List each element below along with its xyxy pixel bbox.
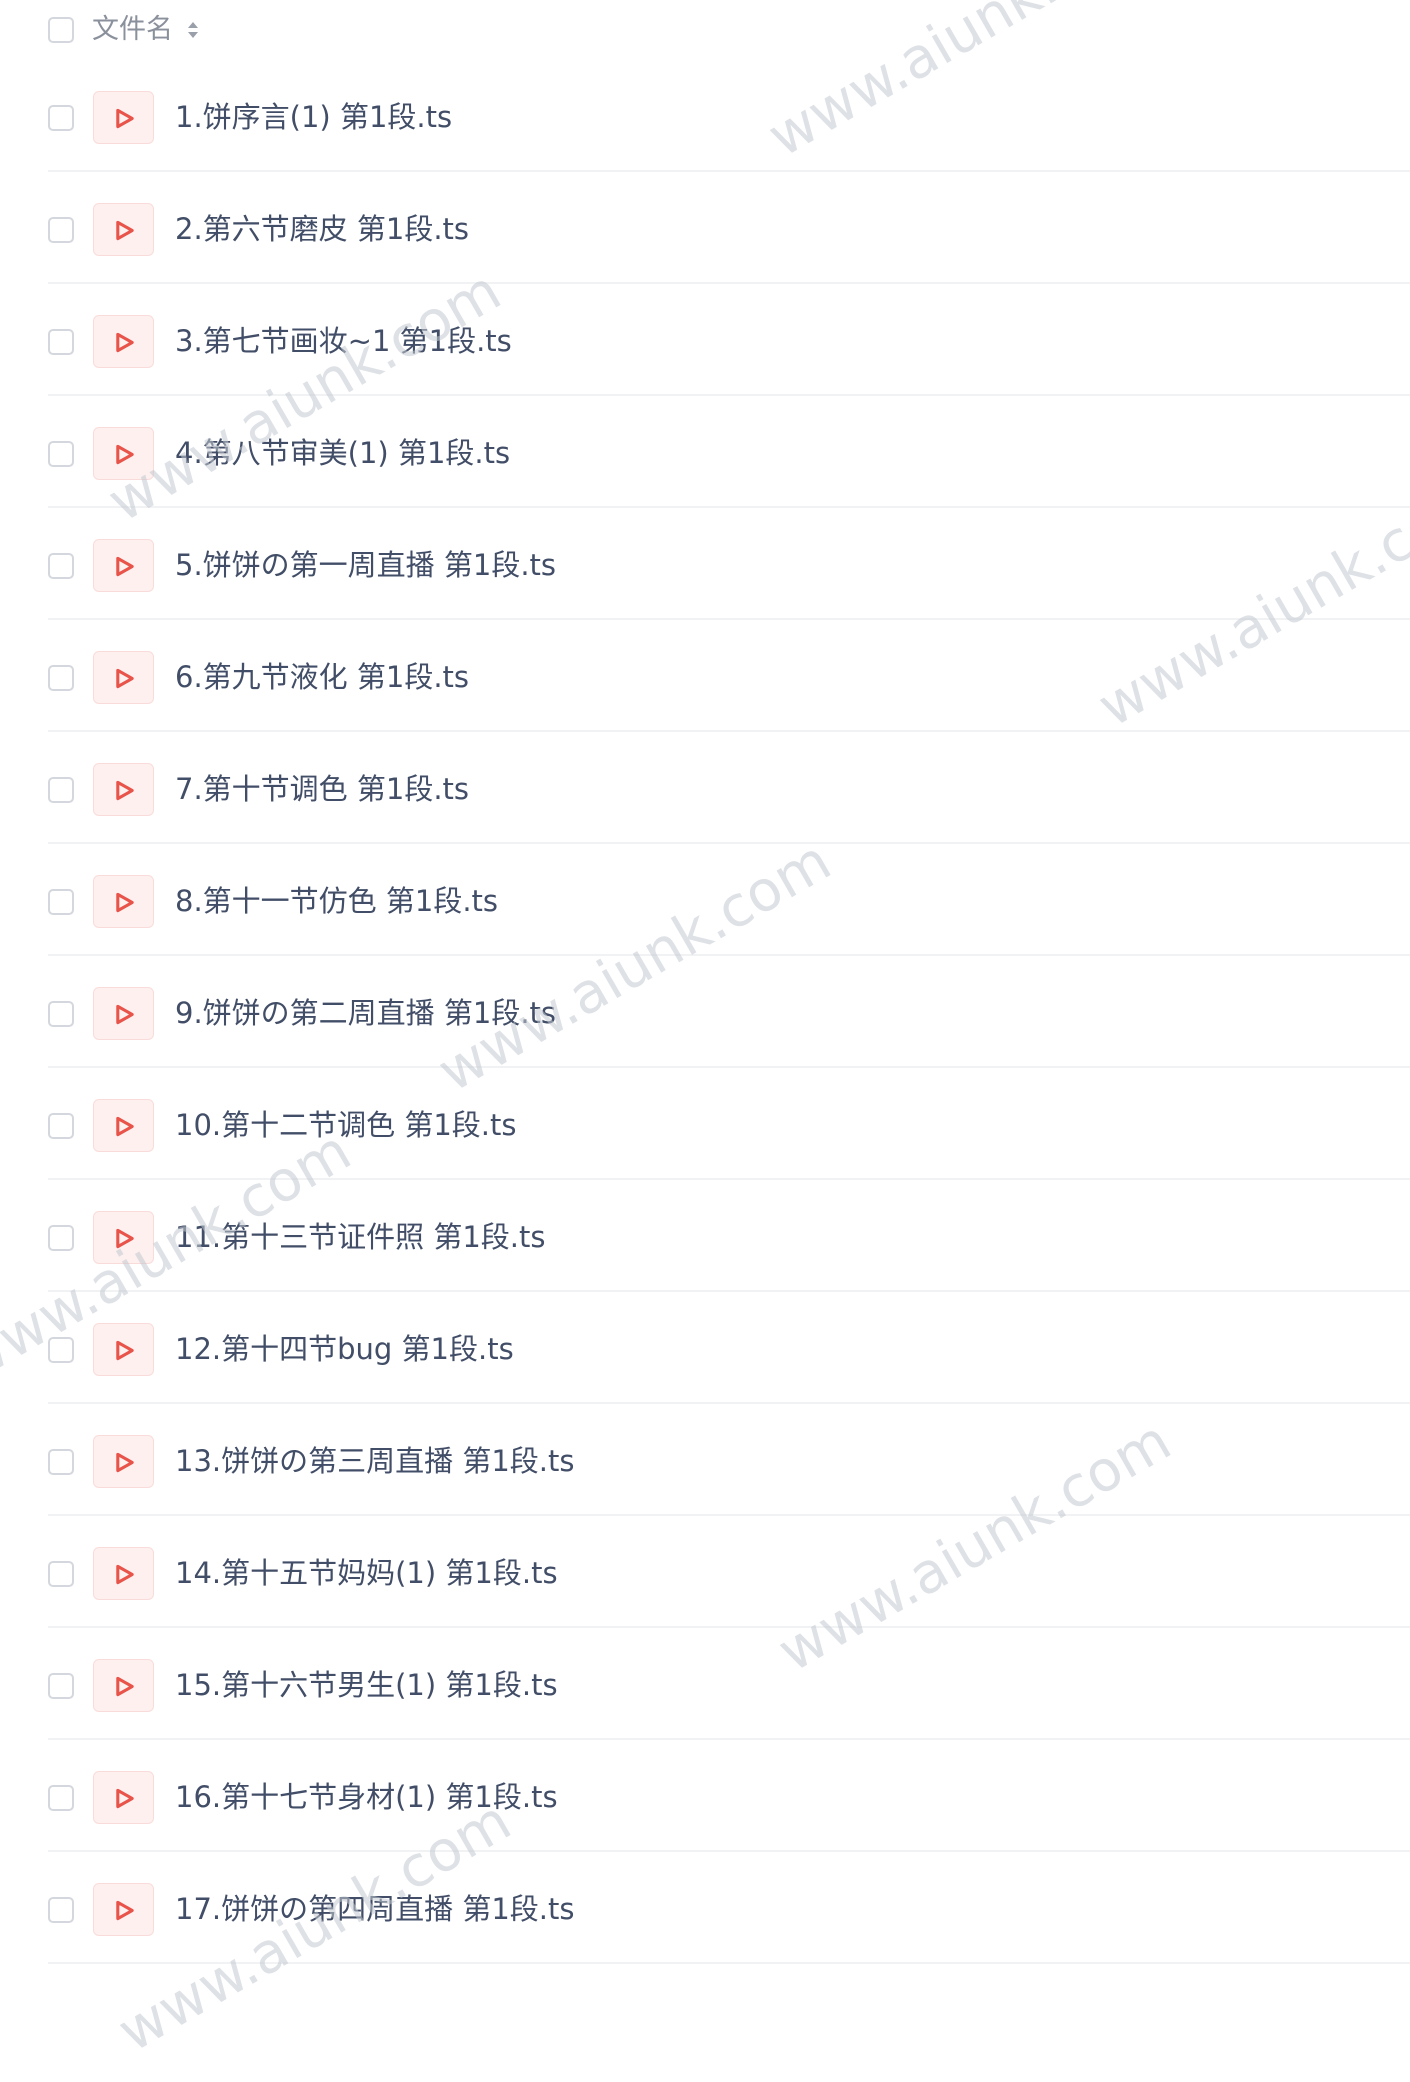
file-checkbox[interactable] xyxy=(48,1561,74,1587)
file-checkbox[interactable] xyxy=(48,777,74,803)
file-name[interactable]: 12.第十四节bug 第1段.ts xyxy=(175,1330,514,1368)
file-list: 文件名 1.饼序言(1) 第1段.ts 2.第六节磨皮 第1段.ts 3.第七节… xyxy=(0,0,1410,1964)
video-file-icon xyxy=(93,315,154,368)
video-file-icon xyxy=(93,427,154,480)
file-checkbox[interactable] xyxy=(48,1337,74,1363)
video-play-icon xyxy=(116,1788,134,1809)
file-name[interactable]: 1.饼序言(1) 第1段.ts xyxy=(175,98,452,136)
video-play-icon xyxy=(116,444,134,465)
video-play-icon xyxy=(116,892,134,913)
file-row[interactable]: 13.饼饼の第三周直播 第1段.ts xyxy=(0,1404,1410,1516)
video-play-icon xyxy=(116,1116,134,1137)
video-play-icon xyxy=(116,108,134,129)
file-name[interactable]: 11.第十三节证件照 第1段.ts xyxy=(175,1218,546,1256)
select-all-checkbox[interactable] xyxy=(48,17,74,43)
file-row[interactable]: 2.第六节磨皮 第1段.ts xyxy=(0,172,1410,284)
file-name[interactable]: 9.饼饼の第二周直播 第1段.ts xyxy=(175,994,556,1032)
video-file-icon xyxy=(93,91,154,144)
file-checkbox[interactable] xyxy=(48,441,74,467)
file-checkbox[interactable] xyxy=(48,217,74,243)
file-checkbox[interactable] xyxy=(48,665,74,691)
file-row[interactable]: 11.第十三节证件照 第1段.ts xyxy=(0,1180,1410,1292)
file-name[interactable]: 8.第十一节仿色 第1段.ts xyxy=(175,882,498,920)
file-row[interactable]: 1.饼序言(1) 第1段.ts xyxy=(0,60,1410,172)
file-checkbox[interactable] xyxy=(48,1225,74,1251)
file-name[interactable]: 10.第十二节调色 第1段.ts xyxy=(175,1106,517,1144)
video-file-icon xyxy=(93,875,154,928)
video-file-icon xyxy=(93,1547,154,1600)
video-file-icon xyxy=(93,651,154,704)
file-row[interactable]: 14.第十五节妈妈(1) 第1段.ts xyxy=(0,1516,1410,1628)
file-row[interactable]: 8.第十一节仿色 第1段.ts xyxy=(0,844,1410,956)
file-name[interactable]: 14.第十五节妈妈(1) 第1段.ts xyxy=(175,1554,558,1592)
sort-arrows-icon[interactable] xyxy=(186,17,200,43)
file-row[interactable]: 12.第十四节bug 第1段.ts xyxy=(0,1292,1410,1404)
video-play-icon xyxy=(116,668,134,689)
video-file-icon xyxy=(93,763,154,816)
video-play-icon xyxy=(116,1452,134,1473)
video-file-icon xyxy=(93,1771,154,1824)
file-name[interactable]: 3.第七节画妆~1 第1段.ts xyxy=(175,322,512,360)
file-row[interactable]: 10.第十二节调色 第1段.ts xyxy=(0,1068,1410,1180)
file-row[interactable]: 15.第十六节男生(1) 第1段.ts xyxy=(0,1628,1410,1740)
video-play-icon xyxy=(116,780,134,801)
file-name[interactable]: 2.第六节磨皮 第1段.ts xyxy=(175,210,469,248)
file-row[interactable]: 7.第十节调色 第1段.ts xyxy=(0,732,1410,844)
file-name[interactable]: 5.饼饼の第一周直播 第1段.ts xyxy=(175,546,556,584)
file-checkbox[interactable] xyxy=(48,1113,74,1139)
file-name[interactable]: 13.饼饼の第三周直播 第1段.ts xyxy=(175,1442,575,1480)
file-row[interactable]: 6.第九节液化 第1段.ts xyxy=(0,620,1410,732)
video-file-icon xyxy=(93,203,154,256)
file-row[interactable]: 4.第八节审美(1) 第1段.ts xyxy=(0,396,1410,508)
file-checkbox[interactable] xyxy=(48,1673,74,1699)
file-checkbox[interactable] xyxy=(48,105,74,131)
file-name[interactable]: 16.第十七节身材(1) 第1段.ts xyxy=(175,1778,558,1816)
video-play-icon xyxy=(116,1564,134,1585)
file-checkbox[interactable] xyxy=(48,1897,74,1923)
video-play-icon xyxy=(116,1228,134,1249)
filename-column-header[interactable]: 文件名 xyxy=(92,12,173,48)
file-name[interactable]: 4.第八节审美(1) 第1段.ts xyxy=(175,434,510,472)
video-play-icon xyxy=(116,332,134,353)
video-file-icon xyxy=(93,1883,154,1936)
file-name[interactable]: 6.第九节液化 第1段.ts xyxy=(175,658,469,696)
video-file-icon xyxy=(93,1323,154,1376)
file-name[interactable]: 7.第十节调色 第1段.ts xyxy=(175,770,469,808)
file-list-header: 文件名 xyxy=(0,0,1410,60)
file-rows: 1.饼序言(1) 第1段.ts 2.第六节磨皮 第1段.ts 3.第七节画妆~1… xyxy=(0,60,1410,1964)
file-row[interactable]: 5.饼饼の第一周直播 第1段.ts xyxy=(0,508,1410,620)
video-play-icon xyxy=(116,1900,134,1921)
file-checkbox[interactable] xyxy=(48,329,74,355)
video-file-icon xyxy=(93,1211,154,1264)
video-play-icon xyxy=(116,1340,134,1361)
file-row[interactable]: 17.饼饼の第四周直播 第1段.ts xyxy=(0,1852,1410,1964)
video-file-icon xyxy=(93,987,154,1040)
file-checkbox[interactable] xyxy=(48,1449,74,1475)
file-checkbox[interactable] xyxy=(48,1001,74,1027)
file-checkbox[interactable] xyxy=(48,1785,74,1811)
file-checkbox[interactable] xyxy=(48,553,74,579)
video-play-icon xyxy=(116,1676,134,1697)
file-checkbox[interactable] xyxy=(48,889,74,915)
file-name[interactable]: 17.饼饼の第四周直播 第1段.ts xyxy=(175,1890,575,1928)
file-row[interactable]: 16.第十七节身材(1) 第1段.ts xyxy=(0,1740,1410,1852)
video-file-icon xyxy=(93,1099,154,1152)
video-file-icon xyxy=(93,1659,154,1712)
video-file-icon xyxy=(93,539,154,592)
video-file-icon xyxy=(93,1435,154,1488)
video-play-icon xyxy=(116,556,134,577)
video-play-icon xyxy=(116,220,134,241)
file-row[interactable]: 3.第七节画妆~1 第1段.ts xyxy=(0,284,1410,396)
file-name[interactable]: 15.第十六节男生(1) 第1段.ts xyxy=(175,1666,558,1704)
video-play-icon xyxy=(116,1004,134,1025)
file-row[interactable]: 9.饼饼の第二周直播 第1段.ts xyxy=(0,956,1410,1068)
